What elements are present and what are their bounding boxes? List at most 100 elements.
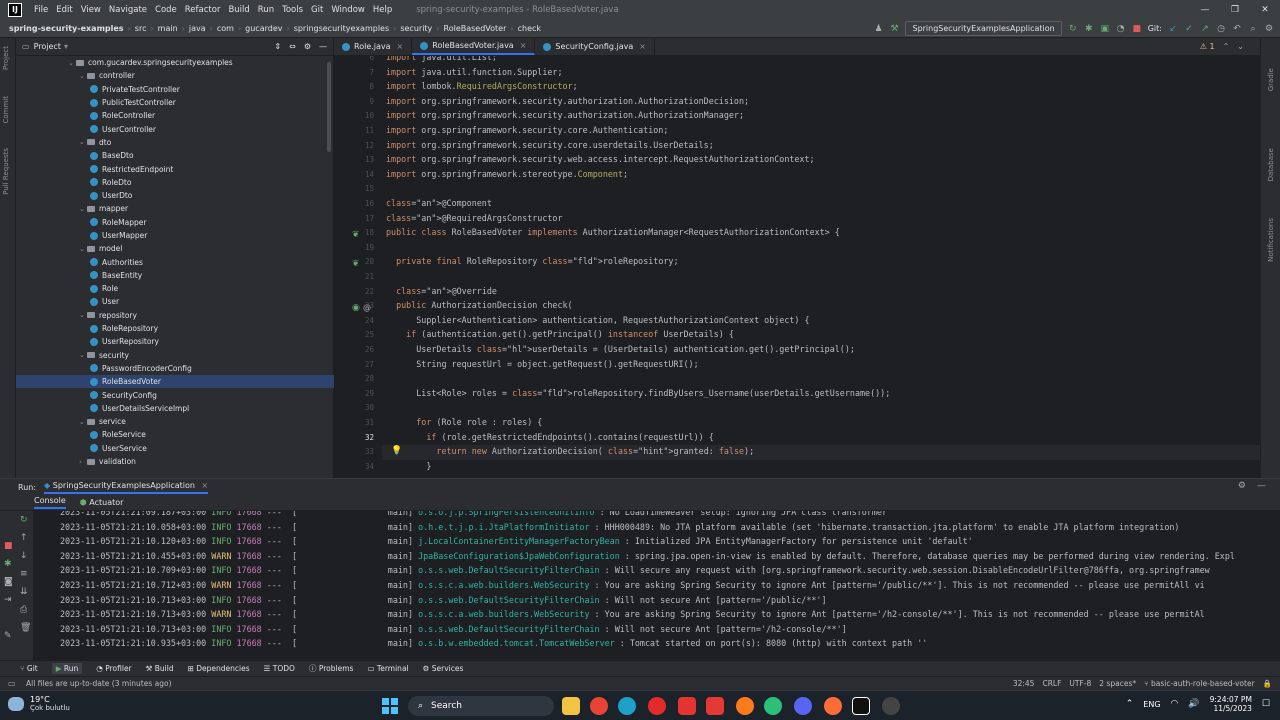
user-icon[interactable]: ♟ <box>873 24 883 34</box>
close-tab-icon[interactable]: × <box>202 481 209 490</box>
tree-file[interactable]: User <box>16 295 334 308</box>
code-line[interactable]: import org.springframework.security.auth… <box>386 94 749 109</box>
code-line[interactable]: class="an">@RequiredArgsConstructor <box>386 211 562 226</box>
code-line[interactable]: for (Role role : roles) { <box>386 415 542 430</box>
history-icon[interactable]: ◷ <box>1216 24 1226 34</box>
menu-navigate[interactable]: Navigate <box>105 5 151 15</box>
project-scrollbar[interactable] <box>327 62 331 152</box>
breadcrumb-item[interactable]: main <box>155 24 181 33</box>
tree-file[interactable]: RoleRepository <box>16 322 334 335</box>
search-everywhere-icon[interactable]: ⌕ <box>1248 24 1258 34</box>
gear-icon[interactable]: ⚙ <box>304 42 311 51</box>
code-line[interactable]: class="an">@Component <box>386 196 492 211</box>
code-line[interactable]: class="an">@Override <box>386 284 497 299</box>
chevron-down-icon[interactable]: ▾ <box>64 42 68 51</box>
log-line[interactable]: 2023-11-05T21:21:10.713+03:00 WARN 17668… <box>60 607 1205 622</box>
close-tab-icon[interactable]: × <box>520 41 527 50</box>
breadcrumb-item[interactable]: security <box>397 24 435 33</box>
chevron-down-icon[interactable]: ⌄ <box>79 72 87 80</box>
minimize-icon[interactable]: — <box>1190 0 1220 20</box>
code-line[interactable]: if (role.getRestrictedEndpoints().contai… <box>386 430 713 445</box>
stop-icon[interactable]: ■ <box>1132 24 1142 34</box>
tree-folder[interactable]: ⌄ dto <box>16 136 334 149</box>
code-line[interactable]: Supplier<Authentication> authentication,… <box>386 313 809 328</box>
menu-tools[interactable]: Tools <box>278 5 307 15</box>
tree-file[interactable]: RoleService <box>16 428 334 441</box>
gradle-tool-tab[interactable]: Gradle <box>1267 68 1275 91</box>
pin-icon[interactable]: ✎ <box>4 631 14 641</box>
intellij-icon[interactable] <box>852 697 870 715</box>
breadcrumb-item[interactable]: check <box>515 24 544 33</box>
chevron-down-icon[interactable]: ⌄ <box>68 59 76 67</box>
tree-folder[interactable]: ⌄ controller <box>16 69 334 82</box>
menu-refactor[interactable]: Refactor <box>181 5 225 15</box>
breadcrumb-item[interactable]: gucardev <box>242 24 285 33</box>
tree-file[interactable]: RestrictedEndpoint <box>16 162 334 175</box>
code-line[interactable]: UserDetails class="hl">userDetails = (Us… <box>386 342 855 357</box>
tab-console[interactable]: Console <box>34 496 66 509</box>
code-line[interactable]: private final RoleRepository class="fld"… <box>386 254 678 269</box>
coverage-icon[interactable]: ▣ <box>1100 24 1110 34</box>
debug-icon[interactable]: ✱ <box>4 559 14 569</box>
tab-securityconfig-java[interactable]: SecurityConfig.java × <box>535 38 655 55</box>
rerun-icon[interactable]: ↻ <box>20 515 30 525</box>
tree-file[interactable]: Role <box>16 282 334 295</box>
chevron-down-icon[interactable]: ⌄ <box>79 418 87 426</box>
code-line[interactable]: import java.util.function.Supplier; <box>386 65 563 80</box>
breadcrumb-item[interactable]: src <box>132 24 150 33</box>
trash-icon[interactable]: 🗑 <box>20 623 31 633</box>
firefox-icon[interactable] <box>736 697 754 715</box>
hide-icon[interactable]: — <box>1257 481 1266 491</box>
intellij-logo-icon[interactable]: IJ <box>8 3 22 17</box>
git-branch[interactable]: ⑂ basic-auth-role-based-voter <box>1144 679 1255 688</box>
tree-folder[interactable]: ⌄ service <box>16 415 334 428</box>
github-icon[interactable] <box>882 697 900 715</box>
chevron-down-icon[interactable]: ⌄ <box>1237 42 1244 51</box>
postman-icon[interactable] <box>824 697 842 715</box>
project-tool-tab[interactable]: Project <box>2 46 10 70</box>
log-line[interactable]: 2023-11-05T21:21:09.187+03:00 INFO 17668… <box>60 511 887 520</box>
settings-icon[interactable]: ⚙ <box>1264 24 1274 34</box>
tree-file[interactable]: BaseDto <box>16 149 334 162</box>
code-line[interactable]: import java.util.List; <box>386 56 497 65</box>
code-line[interactable]: } <box>386 459 431 474</box>
tree-folder[interactable]: ⌄ com.gucardev.springsecurityexamples <box>16 56 334 69</box>
git-commit-icon[interactable]: ✓ <box>1184 24 1194 34</box>
exit-icon[interactable]: ⇥ <box>4 595 14 605</box>
lock-icon[interactable]: 🔒 <box>1263 679 1272 688</box>
camera-icon[interactable]: ◙ <box>4 577 14 587</box>
tree-file[interactable]: UserRepository <box>16 335 334 348</box>
status-message[interactable]: All files are up-to-date (3 minutes ago) <box>26 679 172 688</box>
print-icon[interactable]: ⎙ <box>20 605 30 615</box>
chevron-down-icon[interactable]: ⌄ <box>79 245 87 253</box>
tree-file[interactable]: SecurityConfig <box>16 388 334 401</box>
code-line[interactable]: import org.springframework.security.core… <box>386 138 714 153</box>
notification-icon[interactable]: ☐ <box>1262 699 1270 709</box>
tab-role-java[interactable]: Role.java × <box>334 38 413 55</box>
tree-file[interactable]: UserDetailsServiceImpl <box>16 402 334 415</box>
tree-file[interactable]: PasswordEncoderConfig <box>16 362 334 375</box>
debug-icon[interactable]: ✱ <box>1084 24 1094 34</box>
youtube-icon[interactable] <box>706 697 724 715</box>
status-panel-icon[interactable]: ▭ <box>8 679 16 688</box>
chevron-down-icon[interactable]: ⌄ <box>79 205 87 213</box>
code-line[interactable]: return new AuthorizationDecision( class=… <box>386 444 754 459</box>
close-tab-icon[interactable]: × <box>397 42 404 51</box>
tab-actuator[interactable]: ⬢ Actuator <box>80 498 124 507</box>
menu-view[interactable]: View <box>77 5 105 15</box>
discord-icon[interactable] <box>794 697 812 715</box>
editor-scrollbar[interactable] <box>1253 56 1258 478</box>
close-icon[interactable]: ✕ <box>1250 0 1280 20</box>
lightbulb-icon[interactable]: 💡 <box>391 446 402 456</box>
tool-tab-todo[interactable]: ☰ TODO <box>264 664 295 673</box>
edge-icon[interactable] <box>618 697 636 715</box>
expand-all-icon[interactable]: ⇕ <box>274 42 281 51</box>
notifications-tool-tab[interactable]: Notifications <box>1267 218 1275 262</box>
tree-file[interactable]: UserService <box>16 442 334 455</box>
tree-folder[interactable]: ⌄ security <box>16 349 334 362</box>
code-line[interactable]: import lombok.RequiredArgsConstructor; <box>386 79 578 94</box>
breadcrumb-item[interactable]: com <box>214 24 237 33</box>
run-configuration-select[interactable]: SpringSecurityExamplesApplication <box>905 21 1062 36</box>
run-app-tab[interactable]: ◆ SpringSecurityExamplesApplication × <box>44 481 209 494</box>
menu-window[interactable]: Window <box>327 5 369 15</box>
